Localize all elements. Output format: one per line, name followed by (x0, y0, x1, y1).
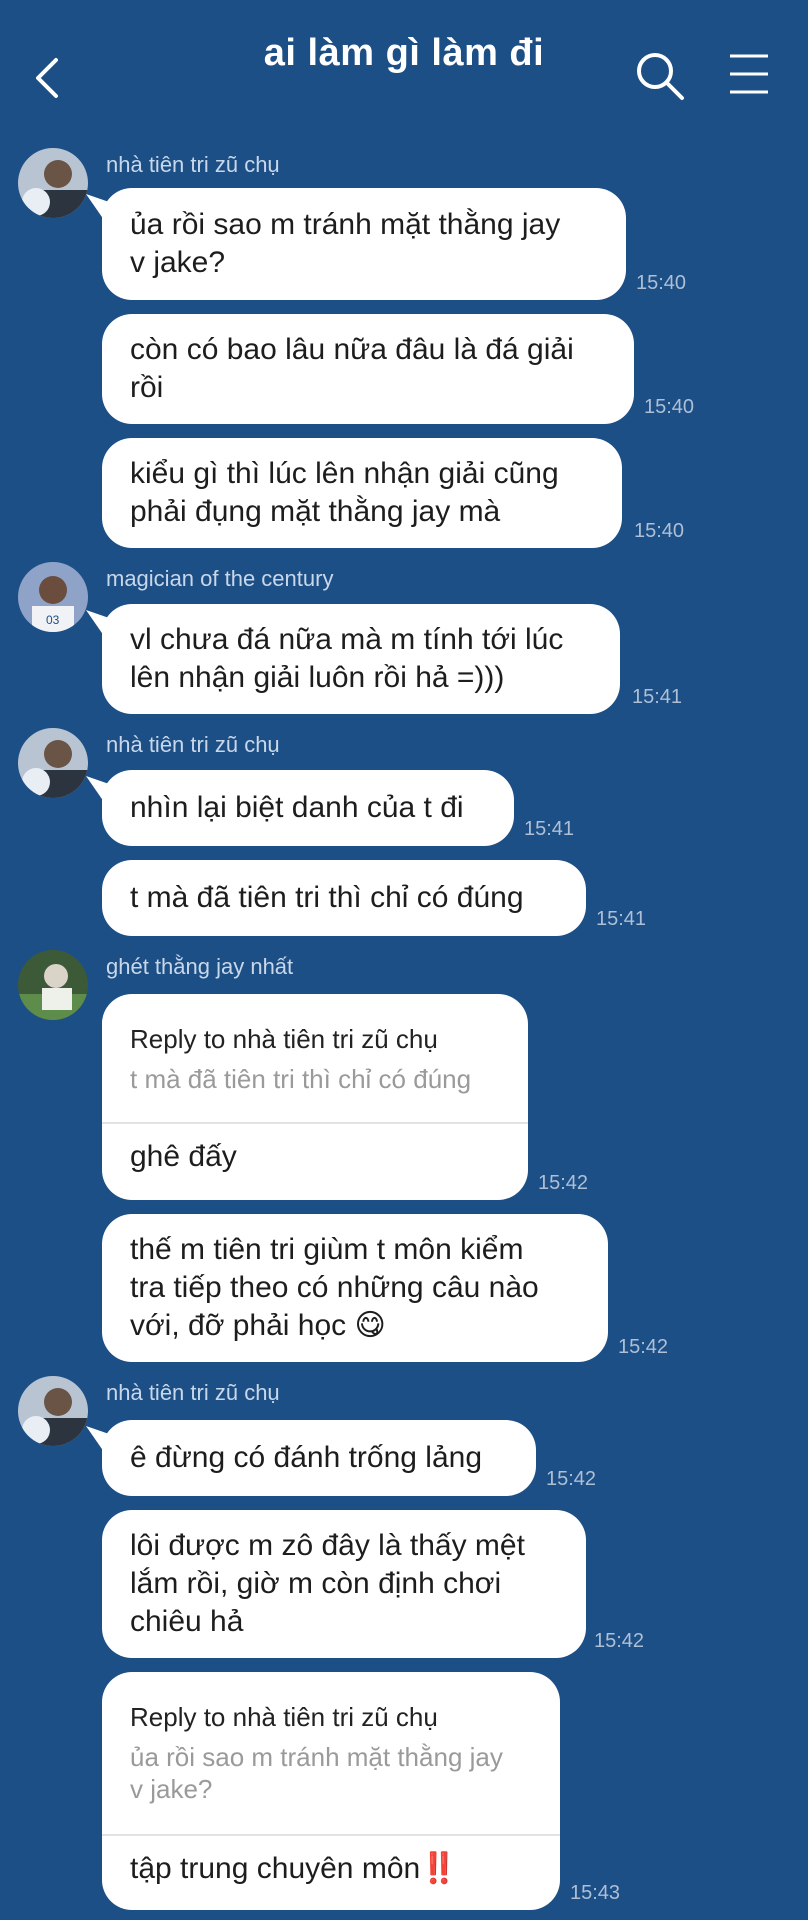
double-exclamation-icon: ‼️ (420, 1852, 458, 1885)
message-text: nhìn lại biệt danh của t đi (130, 791, 464, 824)
message-bubble[interactable]: kiểu gì thì lúc lên nhận giải cũng phải đ… (102, 438, 622, 548)
message-text: tập trung chuyên môn (130, 1852, 421, 1885)
message-text: thế m tiên tri giùm t môn kiểm (130, 1233, 524, 1266)
hamburger-menu-icon[interactable] (724, 50, 772, 98)
reply-message-bubble[interactable]: Reply to nhà tiên tri zũ chụ t mà đã tiê… (102, 994, 528, 1200)
message-bubble[interactable]: ê đừng có đánh trống lảng (102, 1420, 536, 1496)
message-time: 15:43 (570, 1882, 621, 1904)
avatar[interactable] (18, 728, 88, 798)
message-bubble[interactable]: t mà đã tiên tri thì chỉ có đúng (102, 860, 586, 936)
avatar[interactable] (18, 1376, 88, 1446)
svg-text:03: 03 (46, 613, 60, 627)
reply-message-bubble[interactable]: Reply to nhà tiên tri zũ chụ ủa rồi sao … (102, 1672, 560, 1910)
sender-name: nhà tiên tri zũ chụ (106, 732, 280, 757)
message-time: 15:41 (632, 686, 683, 708)
search-icon[interactable] (634, 50, 686, 102)
message-bubble[interactable]: lôi được m zô đây là thấy mệt lắm rồi, g… (102, 1510, 586, 1658)
message-time: 15:40 (636, 272, 687, 294)
message-time: 15:41 (524, 818, 575, 840)
message-text: ủa rồi sao m tránh mặt thằng jay (130, 208, 561, 241)
avatar[interactable] (18, 148, 88, 218)
message-text: rồi (130, 371, 164, 404)
quoted-text: t mà đã tiên tri thì chỉ có đúng (130, 1064, 472, 1094)
message-bubble[interactable]: vl chưa đá nữa mà m tính tới lúc lên nhận… (102, 604, 620, 714)
message-text: ghê đấy (130, 1140, 237, 1173)
message-time: 15:41 (596, 908, 647, 930)
savoring-face-icon: 😋 (354, 1309, 386, 1342)
avatar[interactable]: 03 (18, 562, 88, 632)
reply-label: Reply to nhà tiên tri zũ chụ (130, 1024, 438, 1054)
sender-name: ghét thằng jay nhất (106, 954, 294, 979)
reply-label: Reply to nhà tiên tri zũ chụ (130, 1702, 438, 1732)
message-text-row: tập trung chuyên môn‼️ (130, 1850, 458, 1888)
message-time: 15:42 (546, 1468, 597, 1490)
avatar-photo-icon (18, 950, 88, 1020)
message-time: 15:42 (618, 1336, 669, 1358)
message-bubble[interactable]: nhìn lại biệt danh của t đi (102, 770, 514, 846)
message-text: chiêu hả (130, 1605, 244, 1638)
message-time: 15:42 (538, 1172, 589, 1194)
avatar-photo-icon (18, 728, 88, 798)
message-text: vl chưa đá nữa mà m tính tới lúc (130, 623, 564, 656)
message-text: t mà đã tiên tri thì chỉ có đúng (130, 881, 524, 914)
message-text: còn có bao lâu nữa đâu là đá giải (130, 333, 574, 366)
sender-name: nhà tiên tri zũ chụ (106, 1380, 280, 1405)
message-text: v jake? (130, 246, 226, 279)
chat-header: ai làm gì làm đi (0, 0, 808, 140)
quoted-text: ủa rồi sao m tránh mặt thằng jay (130, 1742, 503, 1772)
message-text: lên nhận giải luôn rồi hả =))) (130, 661, 505, 694)
reply-divider (102, 1122, 528, 1124)
avatar-photo-icon: 03 (18, 562, 88, 632)
reply-divider (102, 1834, 560, 1836)
message-time: 15:42 (594, 1630, 645, 1652)
message-text: với, đỡ phải học (130, 1309, 347, 1342)
avatar-photo-icon (18, 148, 88, 218)
avatar[interactable] (18, 950, 88, 1020)
sender-name: nhà tiên tri zũ chụ (106, 152, 280, 177)
message-text: ê đừng có đánh trống lảng (130, 1441, 483, 1474)
message-text: lôi được m zô đây là thấy mệt (130, 1529, 525, 1562)
reply-quote[interactable]: Reply to nhà tiên tri zũ chụ t mà đã tiê… (102, 994, 528, 1095)
message-bubble[interactable]: còn có bao lâu nữa đâu là đá giải rồi (102, 314, 634, 424)
message-text: phải đụng mặt thằng jay mà (130, 495, 501, 528)
message-text: kiểu gì thì lúc lên nhận giải cũng (130, 457, 559, 490)
reply-quote[interactable]: Reply to nhà tiên tri zũ chụ ủa rồi sao … (102, 1672, 560, 1805)
quoted-text: v jake? (130, 1774, 213, 1804)
message-bubble[interactable]: thế m tiên tri giùm t môn kiểm tra tiếp … (102, 1214, 608, 1362)
avatar-photo-icon (18, 1376, 88, 1446)
chat-title: ai làm gì làm đi (263, 32, 545, 74)
message-text: lắm rồi, giờ m còn định chơi (130, 1567, 502, 1600)
message-time: 15:40 (634, 520, 685, 542)
message-bubble[interactable]: ủa rồi sao m tránh mặt thằng jay v jake? (102, 188, 626, 300)
sender-name: magician of the century (106, 566, 334, 591)
message-time: 15:40 (644, 396, 695, 418)
message-text: tra tiếp theo có những câu nào (130, 1271, 539, 1304)
